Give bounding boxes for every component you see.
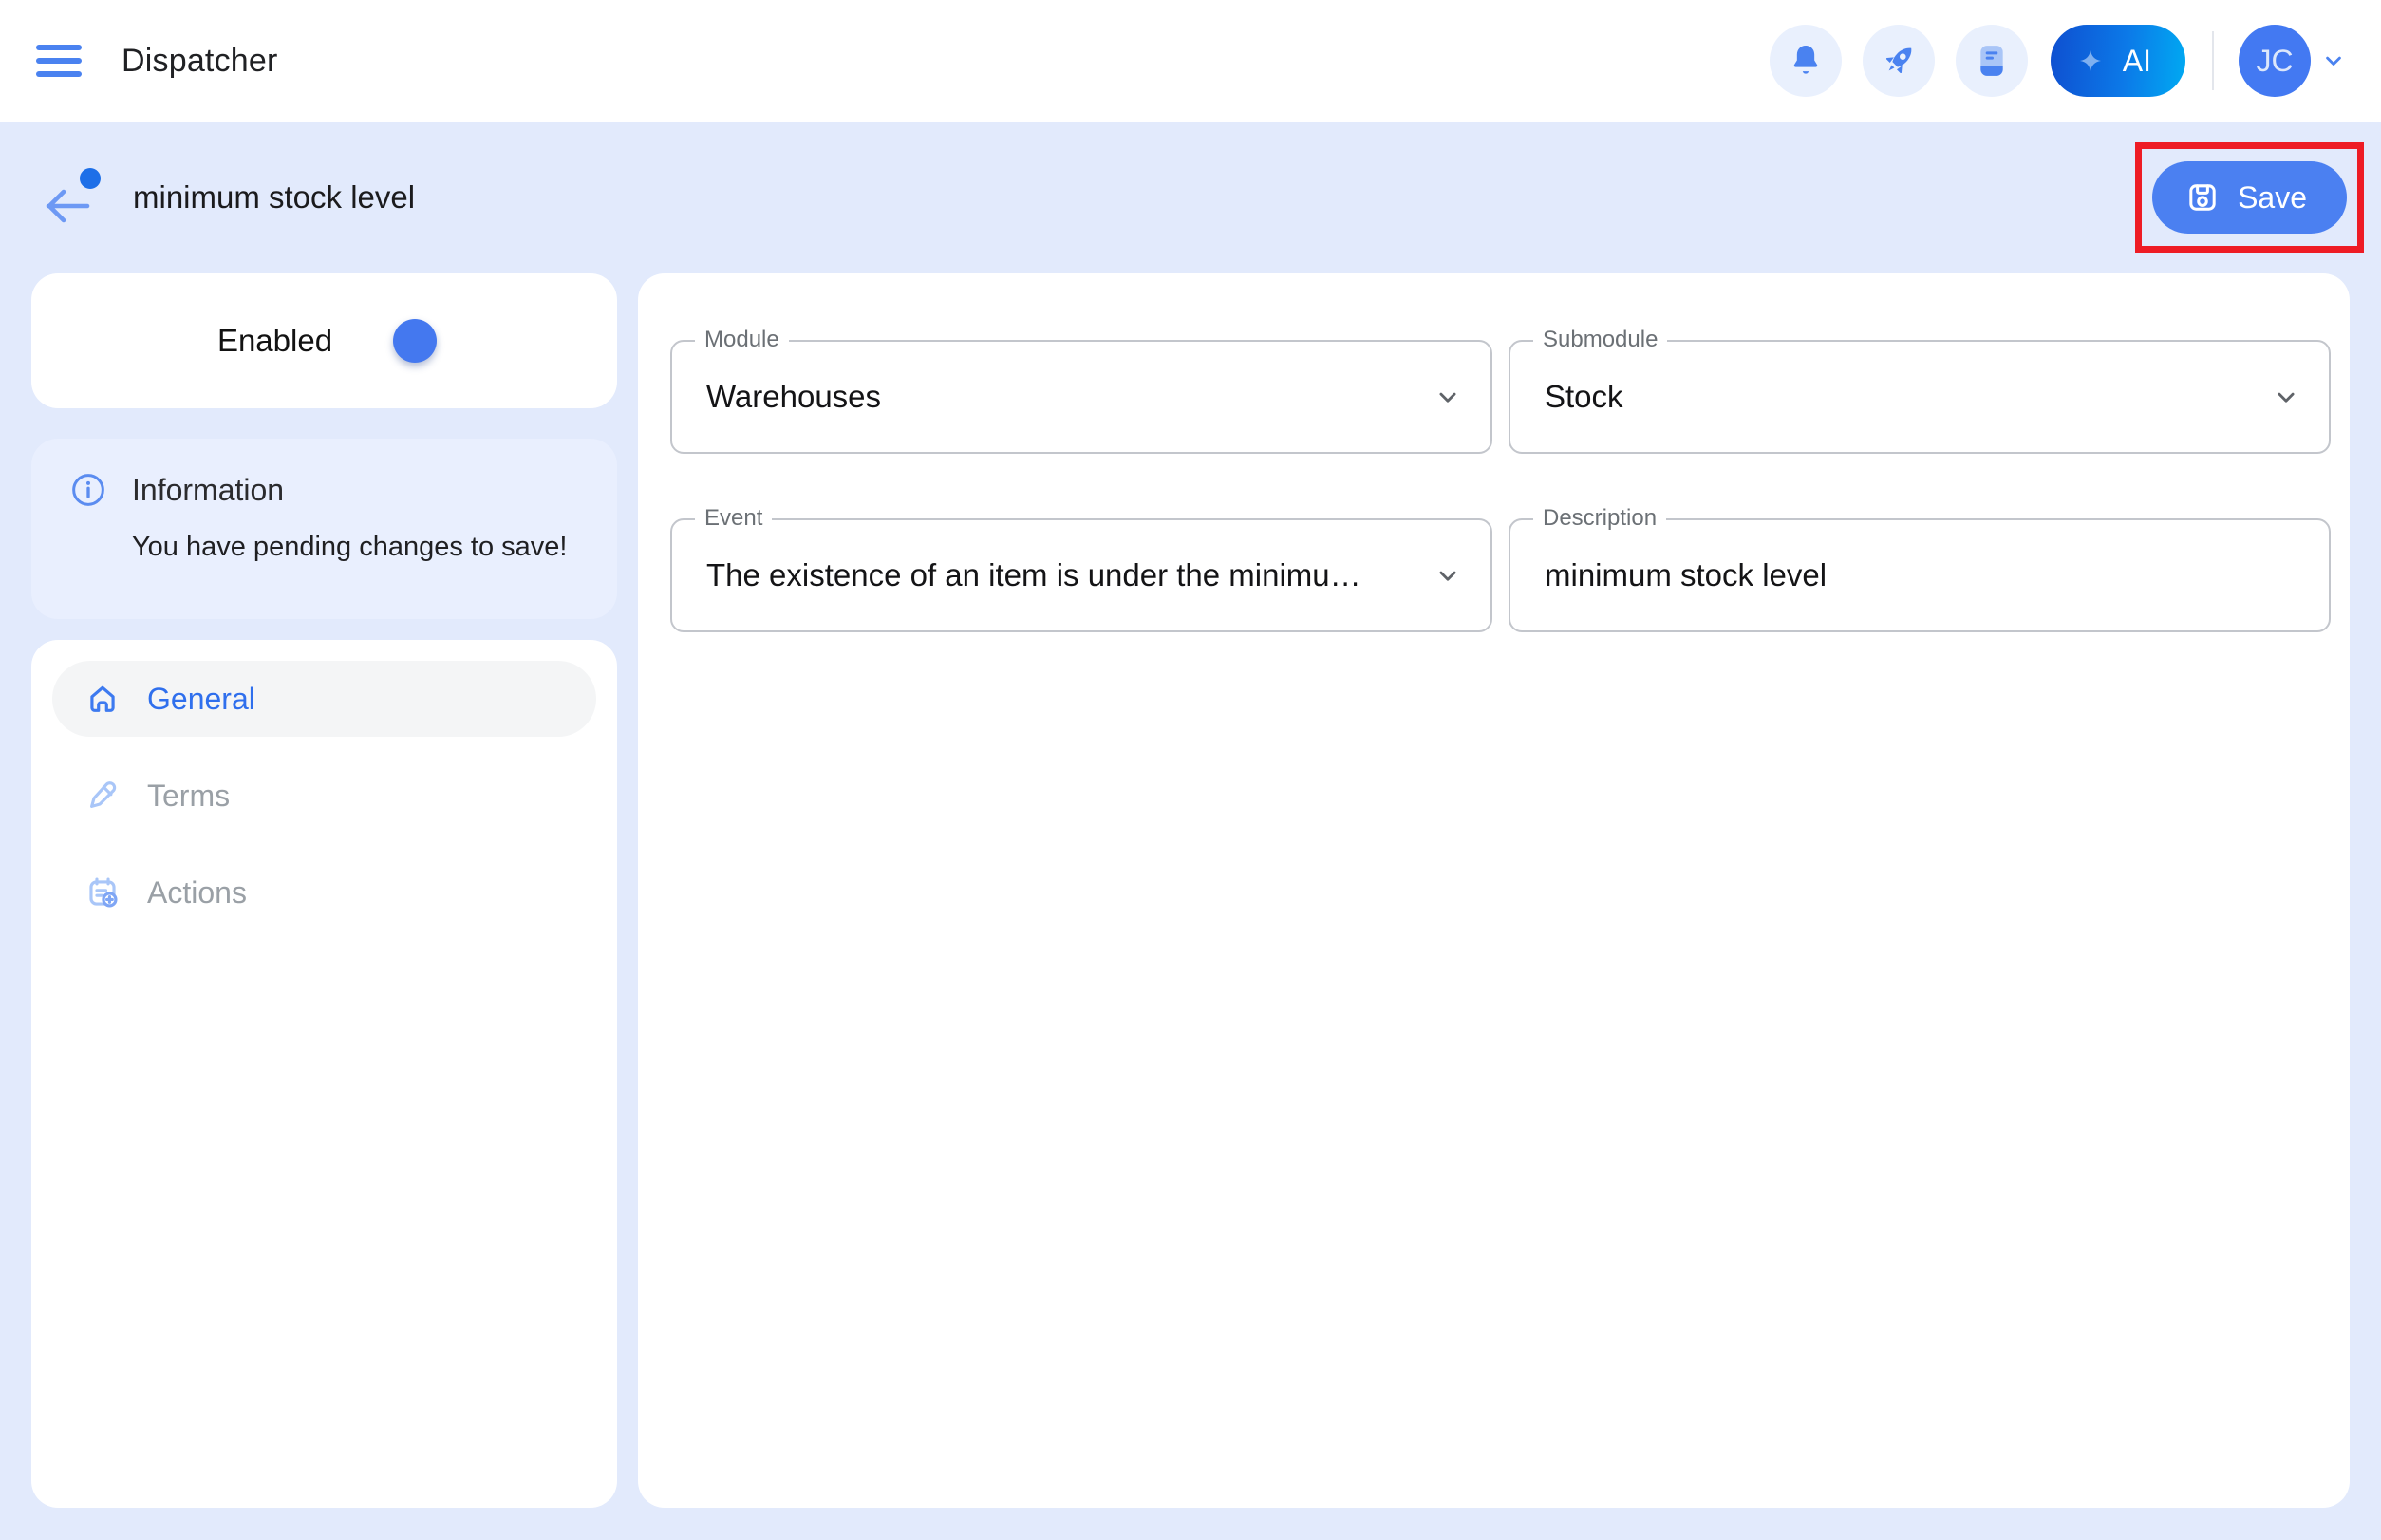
- ai-assistant-button[interactable]: AI: [2050, 25, 2185, 97]
- book-icon: [1973, 42, 2011, 80]
- main-panel: Module Warehouses Submodule Stock Event …: [638, 273, 2350, 1508]
- sidebar-item-terms[interactable]: Terms: [52, 758, 596, 834]
- submodule-select[interactable]: Submodule Stock: [1509, 327, 2331, 454]
- chevron-down-icon: [1432, 559, 1464, 592]
- sidebar-item-actions[interactable]: Actions: [52, 855, 596, 930]
- description-field: Description: [1509, 505, 2331, 632]
- info-title: Information: [132, 472, 285, 507]
- calendar-add-icon: [84, 874, 121, 911]
- enabled-card: Enabled: [31, 273, 617, 408]
- info-icon: [69, 471, 107, 509]
- docs-button[interactable]: [1955, 25, 2028, 97]
- information-card: Information You have pending changes to …: [31, 439, 617, 619]
- launch-button[interactable]: [1862, 25, 1935, 97]
- home-icon: [84, 681, 121, 717]
- ai-button-label: AI: [2122, 43, 2151, 78]
- module-select[interactable]: Module Warehouses: [670, 327, 1492, 454]
- content-area: Enabled Information You have pending cha…: [0, 273, 2381, 1508]
- navbar-divider: [2212, 31, 2214, 90]
- save-button[interactable]: Save: [2152, 161, 2347, 234]
- avatar[interactable]: JC: [2239, 25, 2311, 97]
- floppy-save-icon: [2184, 179, 2221, 216]
- page-title: minimum stock level: [133, 179, 416, 215]
- bell-icon: [1787, 42, 1825, 80]
- account-menu-chevron-down-icon[interactable]: [2320, 47, 2347, 74]
- event-label: Event: [695, 505, 773, 532]
- section-nav: General Terms Actions: [31, 640, 617, 1508]
- pencil-icon: [84, 778, 121, 814]
- event-value: The existence of an item is under the mi…: [706, 557, 1361, 592]
- app-title: Dispatcher: [122, 42, 278, 79]
- chevron-down-icon: [1432, 381, 1464, 413]
- info-message: You have pending changes to save!: [132, 532, 568, 562]
- back-button[interactable]: [42, 168, 101, 227]
- sidebar-item-general[interactable]: General: [52, 661, 596, 737]
- page-header: minimum stock level Save: [0, 122, 2381, 273]
- rocket-icon: [1878, 40, 1920, 82]
- sparkle-icon: [2079, 49, 2102, 72]
- enabled-label: Enabled: [216, 323, 333, 358]
- submodule-label: Submodule: [1533, 327, 1668, 353]
- sidebar-item-label: General: [147, 681, 255, 716]
- enabled-toggle[interactable]: [363, 319, 438, 363]
- unsaved-changes-dot: [80, 168, 101, 189]
- top-navbar: Dispatcher AI JC: [0, 0, 2381, 122]
- submodule-value: Stock: [1545, 379, 1623, 414]
- chevron-down-icon: [2270, 381, 2302, 413]
- description-label: Description: [1533, 505, 1667, 532]
- sidebar: Enabled Information You have pending cha…: [31, 273, 617, 1508]
- back-arrow-icon: [42, 185, 91, 227]
- save-highlight-annotation: Save: [2135, 142, 2364, 253]
- module-value: Warehouses: [706, 379, 882, 414]
- sidebar-item-label: Actions: [147, 874, 247, 910]
- menu-icon[interactable]: [36, 45, 82, 77]
- event-select[interactable]: Event The existence of an item is under …: [670, 505, 1492, 632]
- save-button-label: Save: [2238, 179, 2307, 215]
- description-input[interactable]: [1545, 557, 2302, 593]
- sidebar-item-label: Terms: [147, 778, 231, 813]
- module-label: Module: [695, 327, 789, 353]
- notifications-button[interactable]: [1769, 25, 1842, 97]
